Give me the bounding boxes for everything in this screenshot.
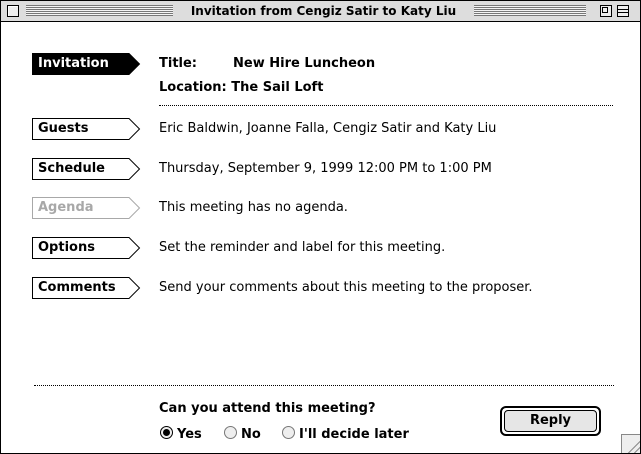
options-text: Set the reminder and label for this meet… (159, 240, 446, 255)
collapse-box-icon[interactable] (617, 5, 629, 17)
radio-unselected-icon (224, 426, 237, 439)
meeting-location-value: The Sail Loft (231, 80, 324, 95)
window-title: Invitation from Cengiz Satir to Katy Liu (176, 3, 471, 19)
guests-text: Eric Baldwin, Joanne Falla, Cengiz Satir… (159, 121, 497, 136)
title-bar-stripes-left (26, 5, 173, 16)
tab-guests[interactable]: Guests (32, 118, 141, 140)
meeting-title: Title: New Hire Luncheon (159, 56, 375, 72)
tab-invitation[interactable]: Invitation (32, 53, 141, 75)
meeting-title-value: New Hire Luncheon (233, 56, 376, 71)
radio-yes[interactable]: Yes (160, 426, 202, 442)
attendance-question: Can you attend this meeting? (159, 401, 376, 416)
tab-options-label: Options (38, 240, 95, 255)
radio-no[interactable]: No (224, 426, 261, 442)
radio-decide-later[interactable]: I'll decide later (282, 426, 409, 442)
zoom-box-icon[interactable] (600, 5, 612, 17)
title-bar[interactable]: Invitation from Cengiz Satir to Katy Liu (1, 1, 640, 22)
tab-agenda-label: Agenda (38, 200, 94, 215)
reply-button[interactable]: Reply (500, 406, 601, 436)
comments-text: Send your comments about this meeting to… (159, 280, 533, 295)
tab-guests-label: Guests (38, 121, 89, 136)
tab-agenda[interactable]: Agenda (32, 197, 141, 219)
radio-yes-label: Yes (177, 427, 202, 442)
close-box-icon[interactable] (7, 5, 19, 17)
meeting-invitation-window: Invitation from Cengiz Satir to Katy Liu… (0, 0, 641, 454)
agenda-text: This meeting has no agenda. (159, 200, 348, 215)
radio-no-label: No (241, 427, 261, 442)
meeting-location: Location: The Sail Loft (159, 80, 323, 96)
footer-divider (34, 385, 614, 386)
tab-comments[interactable]: Comments (32, 277, 141, 299)
tab-options[interactable]: Options (32, 237, 141, 259)
tab-invitation-label: Invitation (38, 56, 109, 71)
tab-comments-label: Comments (38, 280, 116, 295)
divider (159, 105, 613, 106)
meeting-title-label: Title: (159, 56, 198, 71)
resize-grip-icon[interactable] (621, 434, 640, 453)
radio-decide-later-label: I'll decide later (299, 427, 409, 442)
title-bar-stripes-right (474, 5, 586, 16)
meeting-location-label: Location: (159, 80, 227, 95)
tab-schedule-label: Schedule (38, 161, 105, 176)
tab-schedule[interactable]: Schedule (32, 158, 141, 180)
radio-unselected-icon (282, 426, 295, 439)
radio-selected-icon (160, 426, 173, 439)
schedule-text: Thursday, September 9, 1999 12:00 PM to … (159, 161, 492, 176)
reply-button-label: Reply (504, 410, 597, 432)
